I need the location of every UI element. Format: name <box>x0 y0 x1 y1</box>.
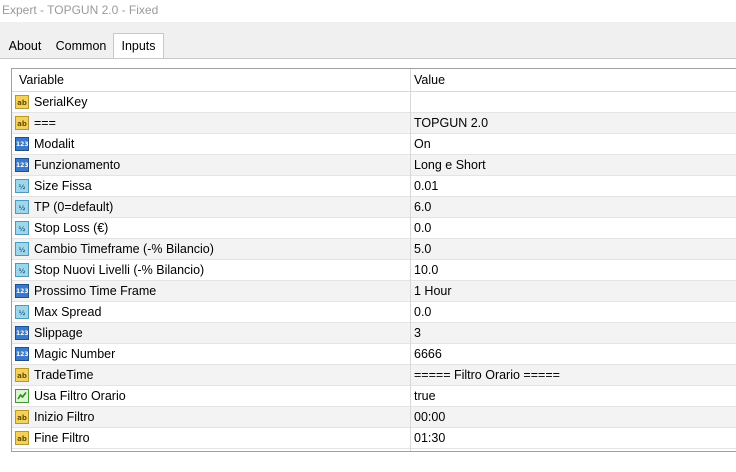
input-value[interactable]: TOPGUN 2.0 <box>414 116 488 130</box>
string-type-icon: ab <box>15 410 29 424</box>
string-type-icon: ab <box>15 368 29 382</box>
input-name: Magic Number <box>34 347 116 361</box>
grid-header: Variable Value <box>12 69 736 92</box>
input-row[interactable]: ab TradeTime ===== Filtro Orario ===== <box>12 365 736 386</box>
input-value[interactable]: 10.0 <box>414 263 438 277</box>
input-value[interactable]: 5.0 <box>414 242 431 256</box>
input-name: Usa Filtro Orario <box>34 389 126 403</box>
input-row[interactable]: ½ Stop Nuovi Livelli (-% Bilancio) 10.0 <box>12 260 736 281</box>
input-row[interactable]: ab SerialKey <box>12 92 736 113</box>
double-type-icon: ½ <box>15 242 29 256</box>
tab-bar: About Common Inputs <box>0 33 736 59</box>
input-value[interactable]: 0.0 <box>414 221 431 235</box>
window-title: Expert - TOPGUN 2.0 - Fixed <box>0 0 736 22</box>
input-value[interactable]: 0.01 <box>414 179 438 193</box>
input-name: Inizio Filtro <box>34 410 95 424</box>
input-row[interactable]: ½ Stop Loss (€) 0.0 <box>12 218 736 239</box>
input-row[interactable]: ½ Max Spread 0.0 <box>12 302 736 323</box>
input-row[interactable]: ½ TP (0=default) 6.0 <box>12 197 736 218</box>
input-row[interactable]: ½ Cambio Timeframe (-% Bilancio) 5.0 <box>12 239 736 260</box>
inputs-grid: Variable Value ab SerialKey ab === TOPGUN 2.… <box>11 68 736 452</box>
string-type-icon: ab <box>15 116 29 130</box>
variable-column-header[interactable]: Variable <box>19 73 64 87</box>
input-name: Funzionamento <box>34 158 121 172</box>
input-value[interactable]: 3 <box>414 326 421 340</box>
input-name: Stop Nuovi Livelli (-% Bilancio) <box>34 263 205 277</box>
integer-type-icon: 123 <box>15 326 29 340</box>
double-type-icon: ½ <box>15 305 29 319</box>
double-type-icon: ½ <box>15 200 29 214</box>
input-name: Stop Loss (€) <box>34 221 109 235</box>
input-value[interactable]: 00:00 <box>414 410 445 424</box>
tab-inputs[interactable]: Inputs <box>113 33 164 58</box>
input-value[interactable]: 6.0 <box>414 200 431 214</box>
input-row[interactable]: Usa Filtro Orario true <box>12 386 736 407</box>
input-name: Prossimo Time Frame <box>34 284 157 298</box>
column-divider[interactable] <box>410 69 411 451</box>
input-name: Modalit <box>34 137 75 151</box>
input-name: Cambio Timeframe (-% Bilancio) <box>34 242 214 256</box>
input-name: Fine Filtro <box>34 431 90 445</box>
input-name: SerialKey <box>34 95 88 109</box>
input-row[interactable]: ab Fine Filtro 01:30 <box>12 428 736 449</box>
input-row[interactable]: ab === TOPGUN 2.0 <box>12 113 736 134</box>
input-value[interactable]: ===== Filtro Orario ===== <box>414 368 560 382</box>
input-name: Max Spread <box>34 305 102 319</box>
string-type-icon: ab <box>15 431 29 445</box>
input-value[interactable]: 1 Hour <box>414 284 452 298</box>
input-row[interactable]: 123 Prossimo Time Frame 1 Hour <box>12 281 736 302</box>
input-value[interactable]: 0.0 <box>414 305 431 319</box>
input-row[interactable]: 123 Modalit On <box>12 134 736 155</box>
input-value[interactable]: Long e Short <box>414 158 486 172</box>
input-row[interactable]: ½ Size Fissa 0.01 <box>12 176 736 197</box>
double-type-icon: ½ <box>15 179 29 193</box>
input-row[interactable]: 123 Magic Number 6666 <box>12 344 736 365</box>
input-name: TradeTime <box>34 368 94 382</box>
input-value[interactable]: 6666 <box>414 347 442 361</box>
input-row[interactable]: 123 Funzionamento Long e Short <box>12 155 736 176</box>
input-name: Size Fissa <box>34 179 92 193</box>
input-name: Slippage <box>34 326 83 340</box>
double-type-icon: ½ <box>15 263 29 277</box>
tab-common[interactable]: Common <box>50 35 112 58</box>
integer-type-icon: 123 <box>15 137 29 151</box>
input-name: === <box>34 116 56 130</box>
double-type-icon: ½ <box>15 221 29 235</box>
bool-type-icon <box>15 389 29 403</box>
tab-about[interactable]: About <box>2 35 48 58</box>
integer-type-icon: 123 <box>15 284 29 298</box>
input-value[interactable]: 01:30 <box>414 431 445 445</box>
input-row[interactable]: ab Inizio Filtro 00:00 <box>12 407 736 428</box>
input-value[interactable]: On <box>414 137 431 151</box>
input-value[interactable]: true <box>414 389 436 403</box>
integer-type-icon: 123 <box>15 347 29 361</box>
input-name: TP (0=default) <box>34 200 114 214</box>
string-type-icon: ab <box>15 95 29 109</box>
integer-type-icon: 123 <box>15 158 29 172</box>
value-column-header[interactable]: Value <box>414 73 445 87</box>
input-row[interactable]: 123 Slippage 3 <box>12 323 736 344</box>
